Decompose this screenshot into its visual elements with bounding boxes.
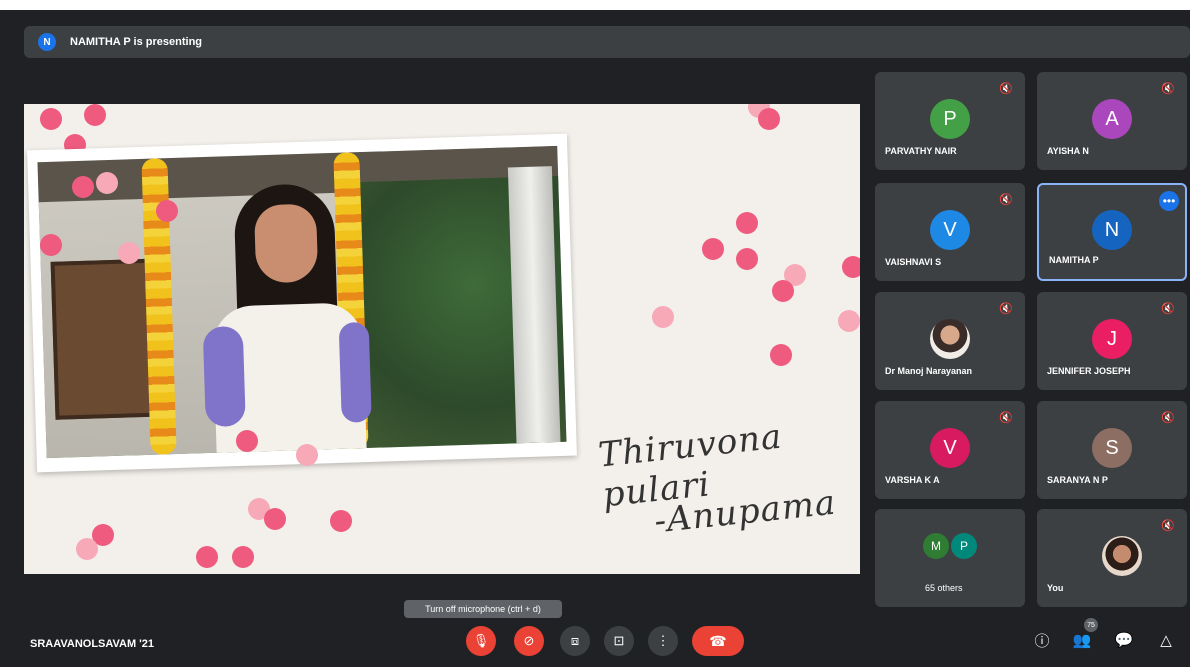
confetti-dot (838, 310, 860, 332)
confetti-dot (196, 546, 218, 568)
confetti-dot (702, 238, 724, 260)
confetti-dot (40, 234, 62, 256)
participants-count-badge: 75 (1084, 618, 1098, 632)
participant-name: VARSHA K A (885, 475, 940, 485)
confetti-dot (296, 444, 318, 466)
more-vert-icon: ⋮ (656, 633, 670, 648)
participant-name: VAISHNAVI S (885, 257, 942, 267)
participant-tile-active[interactable]: ••• N NAMITHA P (1037, 183, 1187, 281)
mic-off-icon: 🔇 (999, 83, 1013, 95)
avatar: P (951, 533, 977, 559)
presenting-text: NAMITHA P is presenting (70, 36, 203, 48)
mic-off-icon: 🔇 (999, 194, 1013, 206)
meeting-details-button[interactable]: ⓘ (1030, 628, 1054, 652)
confetti-dot (330, 510, 352, 532)
participant-tile[interactable]: 🔇 S SARANYA N P (1037, 401, 1187, 499)
mic-off-icon: 🔇 (1161, 412, 1175, 424)
participant-name: You (1047, 583, 1064, 593)
activities-icon: △ (1160, 632, 1172, 649)
portrait-photo (37, 145, 567, 459)
self-tile[interactable]: 🔇 You (1037, 509, 1187, 607)
participant-tile[interactable]: 🔇 V VARSHA K A (875, 401, 1025, 499)
avatar (930, 319, 970, 359)
confetti-dot (96, 172, 118, 194)
present-button[interactable]: ⊡ (604, 626, 634, 656)
mic-off-icon: 🔇 (999, 303, 1013, 315)
confetti-dot (72, 176, 94, 198)
participant-name: NAMITHA P (1049, 255, 1099, 265)
participant-tile[interactable]: 🔇 A AYISHA N (1037, 72, 1187, 170)
confetti-dot (770, 344, 792, 366)
bottom-toolbar: SRAAVANOLSAVAM '21 (0, 612, 1190, 667)
captions-button[interactable]: ⧈ (560, 626, 590, 656)
participant-tile[interactable]: 🔇 P PARVATHY NAIR (875, 72, 1025, 170)
others-tile[interactable]: M P 65 others (875, 509, 1025, 607)
confetti-dot (652, 306, 674, 328)
presenter-avatar: N (38, 33, 56, 51)
present-icon: ⊡ (613, 633, 625, 648)
participant-tile[interactable]: 🔇 Dr Manoj Narayanan (875, 292, 1025, 390)
avatar: J (1092, 319, 1132, 359)
hangup-icon: ☎ (709, 632, 727, 649)
participant-name: AYISHA N (1047, 146, 1089, 156)
captions-icon: ⧈ (570, 633, 580, 648)
activities-button[interactable]: △ (1154, 628, 1178, 652)
confetti-dot (156, 200, 178, 222)
confetti-dot (842, 256, 860, 278)
confetti-dot (758, 108, 780, 130)
others-count: 65 others (925, 583, 963, 593)
participant-tile[interactable]: 🔇 J JENNIFER JOSEPH (1037, 292, 1187, 390)
microphone-button[interactable]: 🎙 (466, 626, 496, 656)
avatar: A (1092, 99, 1132, 139)
info-icon: ⓘ (1034, 632, 1050, 650)
avatar: N (1092, 210, 1132, 250)
mic-off-icon: 🔇 (1161, 520, 1175, 532)
avatar: P (930, 99, 970, 139)
mic-off-icon: 🔇 (1161, 303, 1175, 315)
leave-call-button[interactable]: ☎ (692, 626, 744, 656)
window-top-edge (0, 0, 1190, 10)
mic-off-icon: 🔇 (999, 412, 1013, 424)
confetti-dot (118, 242, 140, 264)
people-icon: 👥 (1072, 632, 1092, 649)
more-options-icon[interactable]: ••• (1159, 191, 1179, 211)
avatar: V (930, 210, 970, 250)
confetti-dot (772, 280, 794, 302)
confetti-dot (40, 108, 62, 130)
confetti-dot (232, 546, 254, 568)
confetti-dot (736, 212, 758, 234)
meeting-name: SRAAVANOLSAVAM '21 (30, 638, 155, 650)
avatar: V (930, 428, 970, 468)
avatar (1102, 536, 1142, 576)
avatar: M (923, 533, 949, 559)
camera-button[interactable]: ⊘ (514, 626, 544, 656)
confetti-dot (236, 430, 258, 452)
presentation-stage: Thiruvona pulari -Anupama (24, 104, 860, 574)
presenting-banner: N NAMITHA P is presenting (24, 26, 1190, 58)
chat-icon: 💬 (1114, 632, 1134, 649)
confetti-dot (736, 248, 758, 270)
participant-name: PARVATHY NAIR (885, 146, 957, 156)
more-options-button[interactable]: ⋮ (648, 626, 678, 656)
participant-name: Dr Manoj Narayanan (885, 366, 973, 376)
mic-off-icon: 🎙 (472, 633, 490, 648)
participant-name: SARANYA N P (1047, 475, 1108, 485)
confetti-dot (264, 508, 286, 530)
camera-off-icon: ⊘ (523, 633, 535, 648)
participant-name: JENNIFER JOSEPH (1047, 366, 1131, 376)
avatar: S (1092, 428, 1132, 468)
confetti-dot (84, 104, 106, 126)
confetti-dot (76, 538, 98, 560)
mic-tooltip: Turn off microphone (ctrl + d) (404, 600, 562, 618)
chat-button[interactable]: 💬 (1112, 628, 1136, 652)
participant-tile[interactable]: 🔇 V VAISHNAVI S (875, 183, 1025, 281)
mic-off-icon: 🔇 (1161, 83, 1175, 95)
